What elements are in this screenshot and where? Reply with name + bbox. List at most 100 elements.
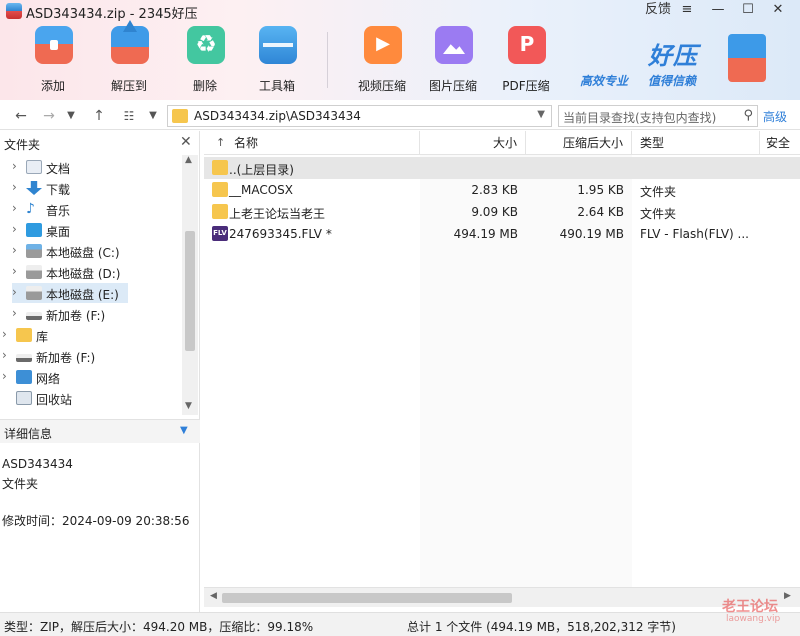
folder-panel-header: 文件夹 ✕ <box>0 131 200 155</box>
extract-label: 解压到 <box>110 79 147 93</box>
back-arrow-icon[interactable]: ← <box>12 106 30 126</box>
tree-item-label: 音乐 <box>46 204 71 218</box>
chevron-right-icon[interactable]: › <box>2 369 7 383</box>
up-arrow-icon[interactable]: ↑ <box>90 106 108 126</box>
column-header-compressed-size[interactable]: 压缩后大小 <box>526 131 632 155</box>
scroll-left-icon[interactable]: ◀ <box>210 591 217 601</box>
scroll-thumb[interactable] <box>222 593 512 603</box>
scroll-thumb[interactable] <box>185 231 195 351</box>
tree-item-recycle-bin[interactable]: 回收站 <box>2 388 182 408</box>
file-name: 上老王论坛当老王 <box>229 207 326 221</box>
extract-to-button[interactable]: 解压到 <box>97 26 161 96</box>
pdf-label: PDF压缩 <box>502 79 550 93</box>
video-icon <box>364 26 402 64</box>
tree-item-label: 桌面 <box>46 225 71 239</box>
advanced-search-link[interactable]: 高级 <box>763 108 787 125</box>
address-chevron-down-icon[interactable]: ▼ <box>537 109 545 120</box>
tree-item-label: 本地磁盘 (E:) <box>46 288 119 302</box>
close-icon[interactable]: ✕ <box>180 134 192 150</box>
pdf-icon <box>508 26 546 64</box>
tree-item-drive-f[interactable]: › 新加卷 (F:) <box>12 304 192 324</box>
tree-item-drive-d[interactable]: › 本地磁盘 (D:) <box>12 262 192 282</box>
tree-item-documents[interactable]: › 文档 <box>12 157 192 177</box>
table-row[interactable]: ..(上层目录) <box>204 157 800 179</box>
view-chevron-down-icon[interactable]: ▼ <box>144 106 162 126</box>
column-header-type[interactable]: 类型 <box>632 131 760 155</box>
extract-icon <box>111 26 149 64</box>
video-compress-button[interactable]: 视频压缩 <box>350 26 414 96</box>
brand-banner: 好压 高效专业 值得信赖 <box>580 28 780 94</box>
horizontal-scrollbar[interactable]: ◀ ▶ <box>204 587 800 607</box>
tree-item-label: 下载 <box>46 183 71 197</box>
chevron-right-icon[interactable]: › <box>12 180 17 194</box>
scroll-up-icon[interactable]: ▲ <box>185 155 192 165</box>
column-header-label: 名称 <box>234 136 259 150</box>
search-icon[interactable]: ⚲ <box>743 108 753 123</box>
delete-button[interactable]: 删除 <box>173 26 237 96</box>
forward-arrow-icon[interactable]: → <box>40 106 58 126</box>
add-button[interactable]: 添加 <box>21 26 85 96</box>
file-type: 文件夹 <box>640 207 677 221</box>
chevron-right-icon[interactable]: › <box>12 159 17 173</box>
file-list: ↑ 名称 大小 压缩后大小 类型 安全 ..(上层目录) __MACOSX 2.… <box>204 131 800 612</box>
tree-item-label: 本地磁盘 (D:) <box>46 267 121 281</box>
chevron-right-icon[interactable]: › <box>12 222 17 236</box>
column-header-security[interactable]: 安全 <box>760 131 800 155</box>
chevron-right-icon[interactable]: › <box>12 264 17 278</box>
chevron-right-icon[interactable]: › <box>12 243 17 257</box>
image-compress-button[interactable]: 图片压缩 <box>421 26 485 96</box>
brand-slogan-1: 高效专业 <box>580 74 629 88</box>
sort-up-icon: ↑ <box>216 136 226 149</box>
maximize-button[interactable]: ☐ <box>734 0 762 22</box>
table-row[interactable]: FLV 247693345.FLV * 494.19 MB 490.19 MB … <box>204 223 800 245</box>
tree-item-music[interactable]: › ♪ 音乐 <box>12 199 192 219</box>
chevron-right-icon[interactable]: › <box>2 327 7 341</box>
drive-icon <box>16 354 32 362</box>
tree-item-drive-e[interactable]: › 本地磁盘 (E:) <box>12 283 128 303</box>
chevron-right-icon[interactable]: › <box>12 306 17 320</box>
toolbar-divider <box>327 32 328 88</box>
file-compressed-size: 2.64 KB <box>577 205 624 219</box>
column-header-name[interactable]: ↑ 名称 <box>204 131 420 155</box>
scroll-down-icon[interactable]: ▼ <box>185 401 192 411</box>
table-row[interactable]: 上老王论坛当老王 9.09 KB 2.64 KB 文件夹 <box>204 201 800 223</box>
chevron-down-icon[interactable]: ▼ <box>180 425 188 436</box>
column-header-label: 安全 <box>766 136 791 150</box>
history-chevron-down-icon[interactable]: ▼ <box>62 106 80 126</box>
file-size: 494.19 MB <box>453 227 518 241</box>
feedback-link[interactable]: 反馈 <box>640 0 676 22</box>
chevron-right-icon[interactable]: › <box>12 201 17 215</box>
chevron-right-icon[interactable]: › <box>2 348 7 362</box>
details-title: 详细信息 <box>4 427 53 441</box>
folder-scrollbar[interactable]: ▲ ▼ <box>182 155 198 415</box>
search-input[interactable]: 当前目录查找(支持包内查找) ⚲ <box>558 105 758 127</box>
details-name: ASD343434 <box>2 457 73 471</box>
tree-item-label: 本地磁盘 (C:) <box>46 246 120 260</box>
pdf-compress-button[interactable]: PDF压缩 <box>494 26 558 96</box>
column-header-label: 压缩后大小 <box>562 136 623 150</box>
close-button[interactable]: ✕ <box>764 0 792 22</box>
tree-item-network[interactable]: › 网络 <box>2 367 182 387</box>
recycle-icon <box>187 26 225 64</box>
chevron-right-icon[interactable]: › <box>12 285 17 299</box>
folder-icon <box>212 160 228 175</box>
view-mode-icon[interactable]: ☷ <box>120 106 138 126</box>
total-info: 总计 1 个文件 (494.19 MB，518,202,312 字节) <box>407 620 676 634</box>
tree-item-drive-c[interactable]: › 本地磁盘 (C:) <box>12 241 192 261</box>
file-compressed-size: 490.19 MB <box>559 227 624 241</box>
address-bar[interactable]: ASD343434.zip\ASD343434 ▼ <box>167 105 552 127</box>
scroll-right-icon[interactable]: ▶ <box>784 591 791 601</box>
details-header[interactable]: 详细信息 ▼ <box>0 419 200 443</box>
tree-item-library[interactable]: › 库 <box>2 325 182 345</box>
column-header-size[interactable]: 大小 <box>420 131 526 155</box>
tree-item-downloads[interactable]: › 下载 <box>12 178 192 198</box>
minimize-button[interactable]: — <box>704 0 732 22</box>
table-row[interactable]: __MACOSX 2.83 KB 1.95 KB 文件夹 <box>204 179 800 201</box>
tree-item-desktop[interactable]: › 桌面 <box>12 220 192 240</box>
toolbox-button[interactable]: 工具箱 <box>245 26 309 96</box>
column-header-label: 类型 <box>640 136 665 150</box>
hamburger-icon[interactable]: ≡ <box>676 0 698 22</box>
header-area: ASD343434.zip - 2345好压 反馈 ≡ — ☐ ✕ 添加 解压到… <box>0 0 800 100</box>
tree-item-drive-f-2[interactable]: › 新加卷 (F:) <box>2 346 182 366</box>
file-size: 9.09 KB <box>471 205 518 219</box>
